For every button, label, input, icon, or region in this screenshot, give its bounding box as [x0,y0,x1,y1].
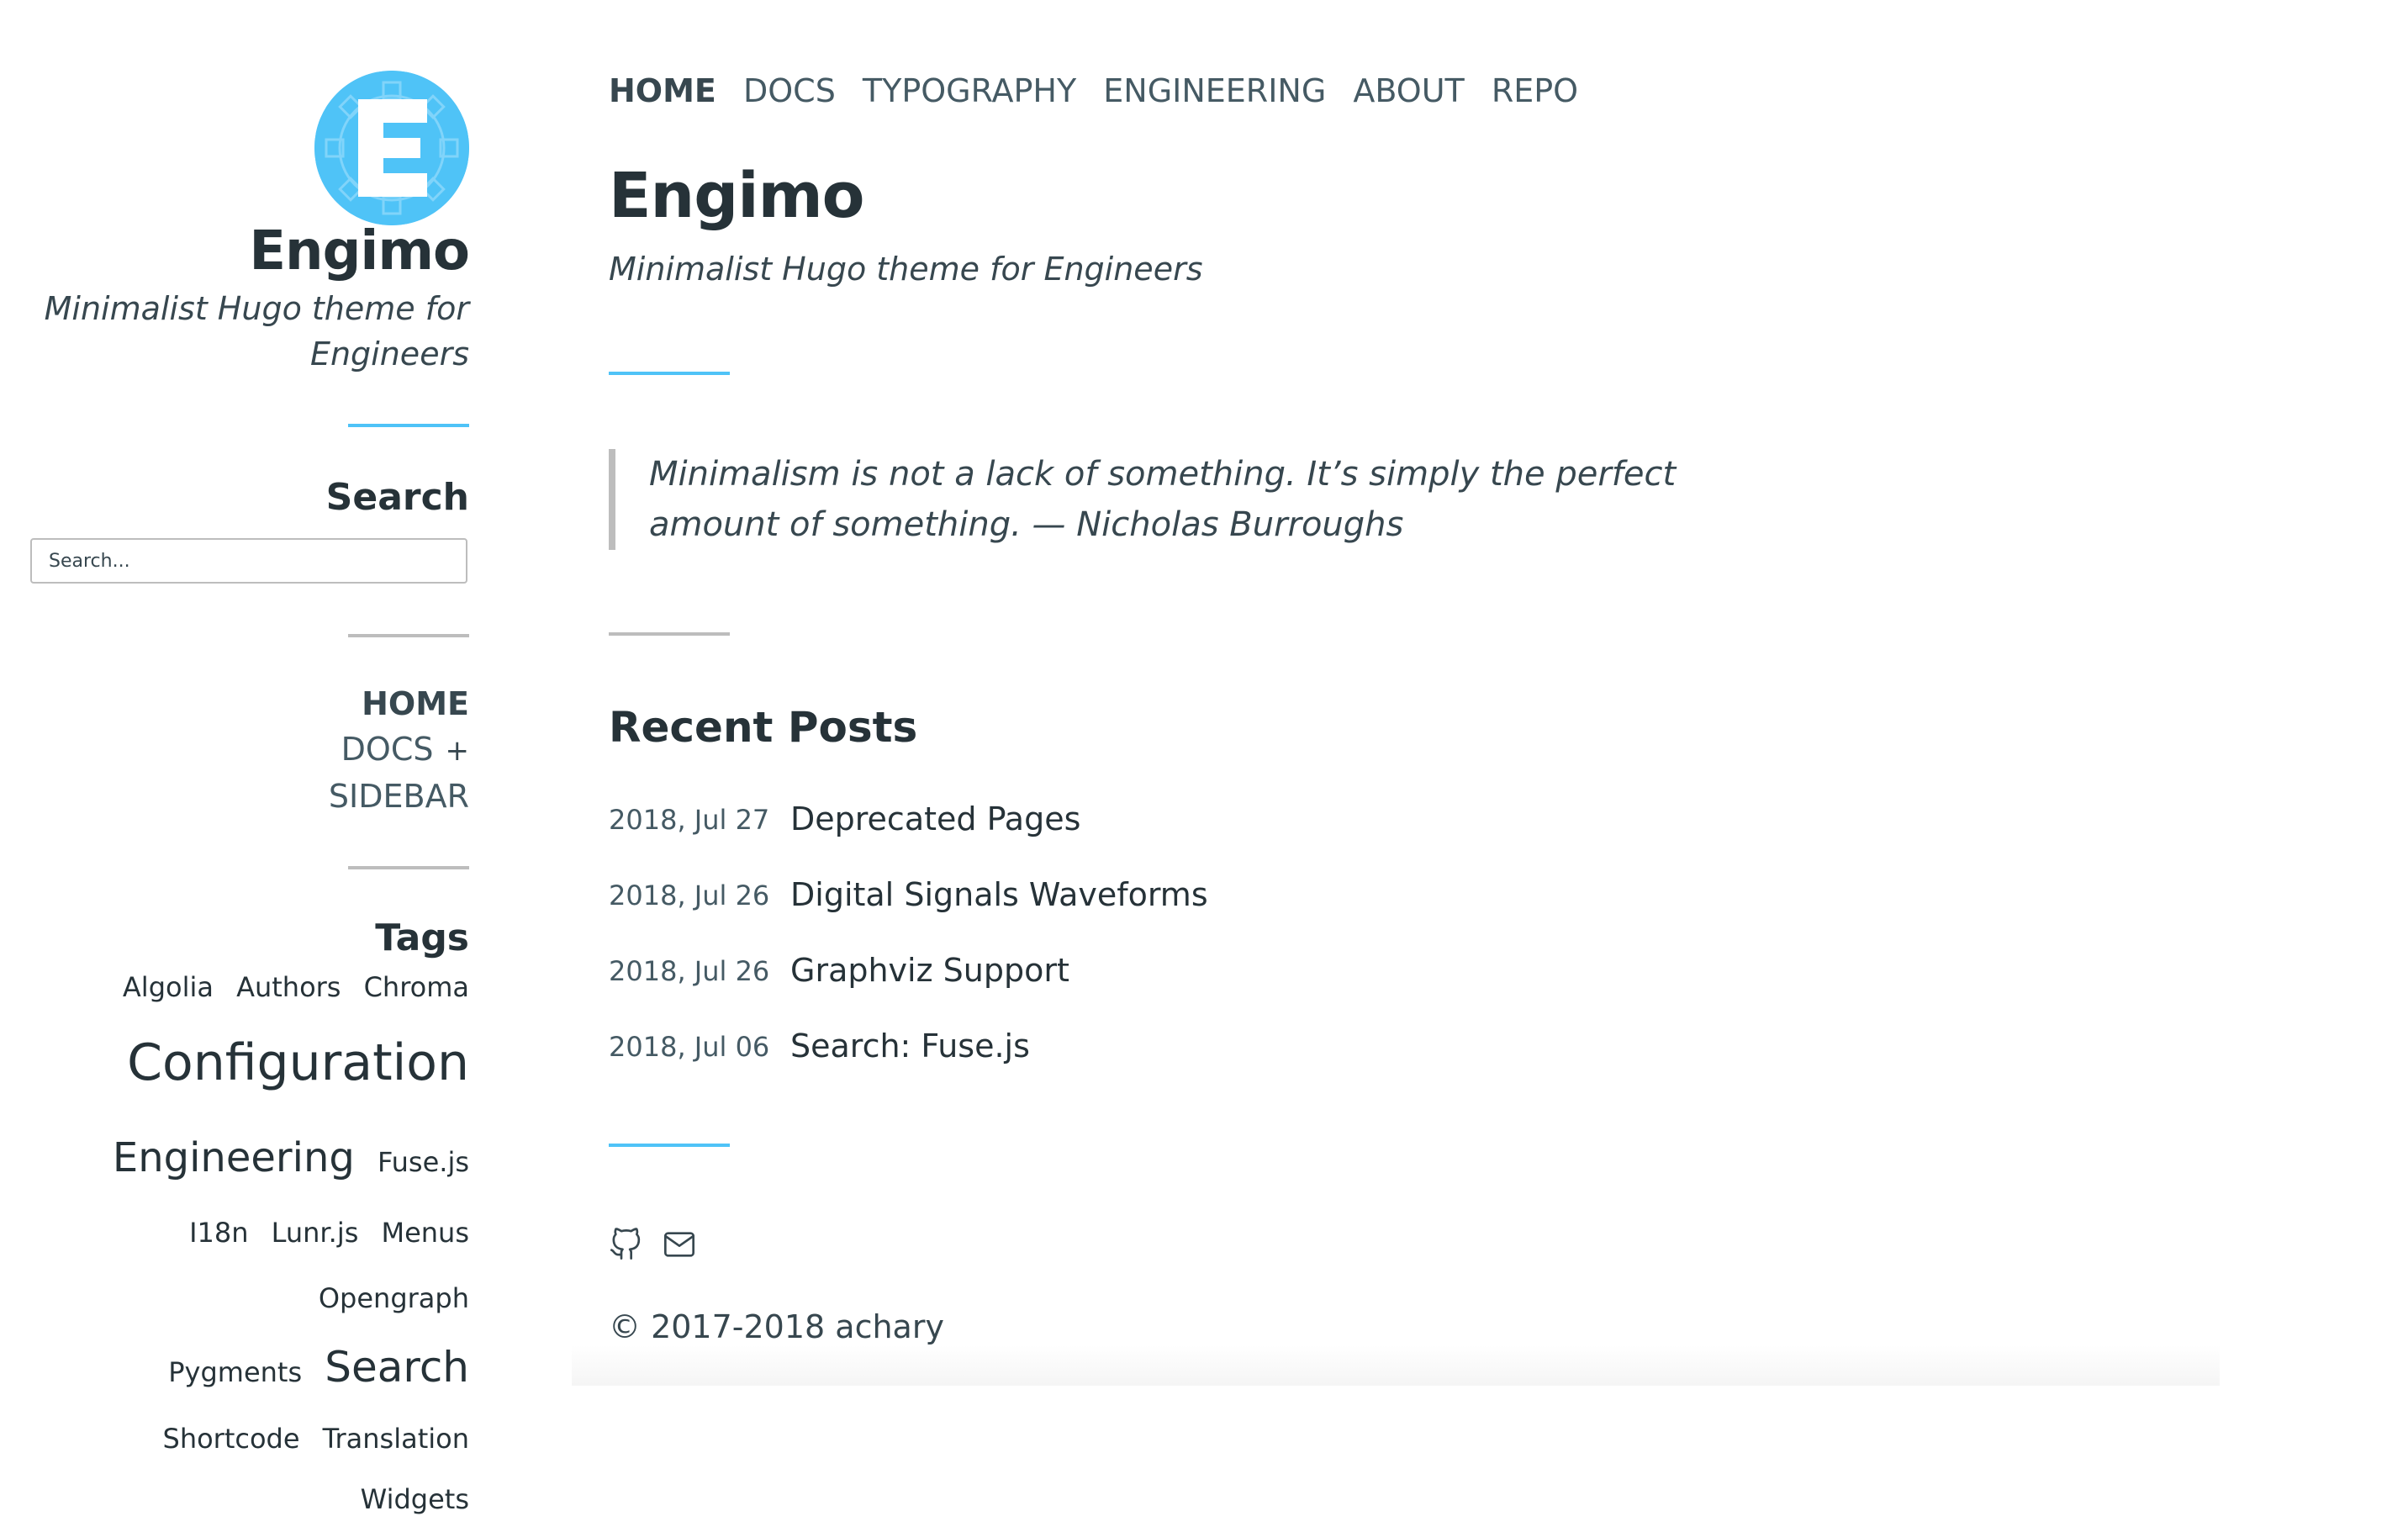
engimo-logo[interactable] [314,71,469,225]
post-date: 2018, Jul 27 [609,804,770,836]
tag-lunrjs[interactable]: Lunr.js [272,1202,359,1263]
sidebar-menu: HOME DOCS + SIDEBAR [329,681,469,819]
tag-translation[interactable]: Translation [323,1411,469,1466]
tag-opengraph[interactable]: Opengraph [319,1268,469,1329]
tag-shortcode[interactable]: Shortcode [163,1411,300,1466]
footer-shadow [572,1345,2220,1386]
tag-authors[interactable]: Authors [236,964,341,1011]
tag-pygments[interactable]: Pygments [168,1339,302,1406]
tag-engineering[interactable]: Engineering [113,1123,355,1193]
tag-fusejs[interactable]: Fuse.js [378,1127,469,1197]
nav-about[interactable]: ABOUT [1353,72,1464,109]
tags-heading: Tags [375,917,469,959]
quote-block: Minimalism is not a lack of something. I… [609,449,1719,550]
tag-search[interactable]: Search [325,1334,469,1401]
post-link[interactable]: Digital Signals Waveforms [790,874,1208,915]
sidebar-item-sidebar[interactable]: SIDEBAR [329,774,469,819]
tag-i18n[interactable]: I18n [189,1202,248,1263]
tag-cloud: Algolia Authors Chroma Configuration Eng… [15,964,469,1532]
post-link[interactable]: Search: Fuse.js [790,1026,1030,1066]
nav-docs[interactable]: DOCS [743,72,836,109]
page-title: Engimo [609,160,865,232]
sidebar-item-docs-label: DOCS [341,731,434,768]
logo-e-gear-icon [314,71,469,225]
sidebar-site-subtitle: Minimalist Hugo theme for Engineers [44,290,469,372]
post-date: 2018, Jul 06 [609,1031,770,1063]
mail-icon[interactable] [663,1228,696,1261]
nav-home[interactable]: HOME [609,72,716,109]
github-icon[interactable] [609,1228,642,1261]
divider [348,634,469,637]
divider [609,632,730,636]
sidebar-site-title[interactable]: Engimo [249,220,470,283]
tag-configuration[interactable]: Configuration [127,1016,469,1110]
post-date: 2018, Jul 26 [609,955,770,987]
expand-plus-icon[interactable]: + [446,734,470,768]
search-input[interactable] [30,538,467,584]
page-subtitle: Minimalist Hugo theme for Engineers [609,251,1203,288]
nav-engineering[interactable]: ENGINEERING [1103,72,1326,109]
sidebar-item-docs[interactable]: DOCS + [329,726,469,774]
top-navigation: HOME DOCS TYPOGRAPHY ENGINEERING ABOUT R… [609,72,1595,109]
post-date: 2018, Jul 26 [609,880,770,911]
tag-menus[interactable]: Menus [381,1202,469,1263]
nav-typography[interactable]: TYPOGRAPHY [863,72,1076,109]
tag-algolia[interactable]: Algolia [123,964,214,1011]
nav-repo[interactable]: REPO [1492,72,1578,109]
divider [609,1144,730,1147]
recent-posts-heading: Recent Posts [609,703,918,752]
copyright-text: © 2017-2018 achary [609,1308,944,1345]
search-heading: Search [325,476,469,519]
post-link[interactable]: Graphviz Support [790,950,1069,991]
social-links [609,1228,696,1261]
divider [348,424,469,427]
divider [609,372,730,375]
tag-widgets[interactable]: Widgets [361,1471,469,1527]
sidebar-item-home[interactable]: HOME [329,681,469,726]
tag-chroma[interactable]: Chroma [364,964,469,1011]
divider [348,866,469,869]
post-link[interactable]: Deprecated Pages [790,799,1080,839]
